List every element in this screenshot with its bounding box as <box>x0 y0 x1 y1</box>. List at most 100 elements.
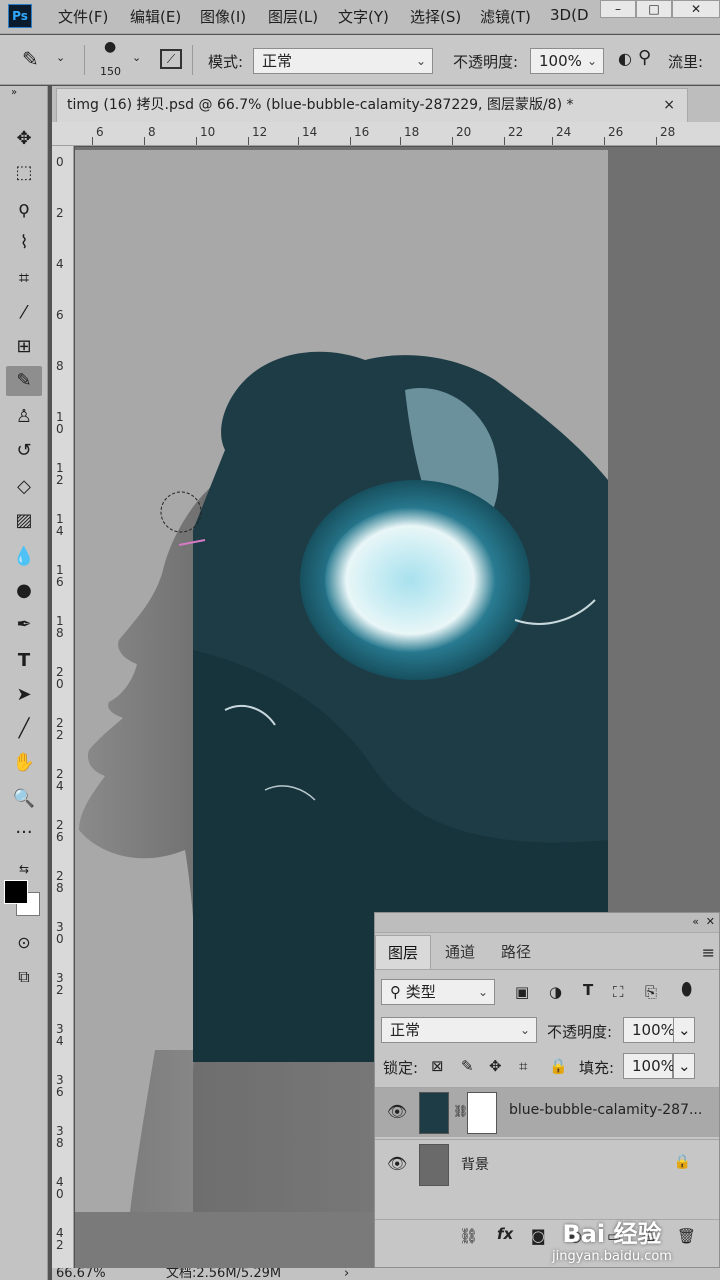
ruler-label: 20 <box>456 125 472 139</box>
history-brush-tool-icon[interactable]: ↺ <box>6 436 42 466</box>
marquee-tool-icon[interactable]: ⬚ <box>6 158 42 188</box>
ruler-label: 2 4 <box>56 767 64 793</box>
document-tab[interactable]: timg (16) 拷贝.psd @ 66.7% (blue-bubble-ca… <box>56 88 688 122</box>
type-tool-icon[interactable]: T <box>6 646 42 676</box>
lock-all-icon[interactable]: 🔒 <box>549 1057 568 1075</box>
layer-row[interactable]: 👁 ⛓ blue-bubble-calamity-287... <box>375 1087 719 1137</box>
stamp-tool-icon[interactable]: ♙ <box>6 402 42 432</box>
fill-value: 100% <box>632 1057 675 1075</box>
visibility-eye-icon[interactable]: 👁 <box>387 1102 407 1121</box>
screen-mode-icon[interactable]: ⧉ <box>6 962 42 992</box>
chevron-down-icon: ⌄ <box>678 1057 691 1075</box>
ruler-label: 3 8 <box>56 1124 64 1150</box>
menu-file[interactable]: 文件(F) <box>58 6 108 27</box>
quick-select-tool-icon[interactable]: ⌇ <box>6 228 42 258</box>
opacity-dropdown[interactable]: ⌄ <box>673 1017 695 1043</box>
dodge-tool-icon[interactable]: ● <box>6 576 42 606</box>
healing-tool-icon[interactable]: ⊞ <box>6 332 42 362</box>
collapse-panel-icon[interactable]: « <box>692 915 699 928</box>
shape-filter-icon[interactable]: ⛶ <box>613 983 624 1001</box>
chevron-down-icon[interactable]: ⌄ <box>132 51 141 64</box>
menu-image[interactable]: 图像(I) <box>200 6 246 27</box>
menu-select[interactable]: 选择(S) <box>410 6 461 27</box>
ruler-tick <box>604 137 605 145</box>
lock-artboard-icon[interactable]: ⌗ <box>519 1057 527 1075</box>
crop-tool-icon[interactable]: ⌗ <box>6 264 42 294</box>
layer-name: blue-bubble-calamity-287... <box>509 1102 703 1118</box>
pixel-filter-icon[interactable]: ▣ <box>515 983 529 1001</box>
panel-menu-icon[interactable]: ≡ <box>702 943 715 962</box>
foreground-color-swatch-front[interactable] <box>4 880 28 904</box>
layer-thumbnail <box>419 1092 449 1134</box>
layer-filter-select[interactable]: ⚲ 类型 ⌄ <box>381 979 495 1005</box>
close-panel-icon[interactable]: ✕ <box>706 915 715 928</box>
path-select-tool-icon[interactable]: ➤ <box>6 680 42 710</box>
quick-mask-icon[interactable]: ⊙ <box>6 928 42 958</box>
smart-object-filter-icon[interactable]: ⎘ <box>645 983 657 1001</box>
blur-tool-icon[interactable]: 💧 <box>6 542 42 572</box>
brush-tool-icon[interactable]: ✎ <box>6 366 42 396</box>
tab-layers[interactable]: 图层 <box>375 935 432 969</box>
ruler-tick <box>92 137 93 145</box>
menu-edit[interactable]: 编辑(E) <box>130 6 181 27</box>
filter-toggle-icon[interactable]: ⬮ <box>681 979 692 1000</box>
brush-panel-icon[interactable]: ⟋ <box>160 49 182 69</box>
add-mask-icon[interactable]: ◙ <box>531 1227 546 1245</box>
minimize-button[interactable]: – <box>600 0 636 18</box>
more-tools-icon[interactable]: ··· <box>6 818 42 848</box>
layer-row[interactable]: 👁 背景 🔒 <box>375 1139 719 1189</box>
pressure-opacity-icon[interactable]: ◐ <box>618 49 632 68</box>
menu-type[interactable]: 文字(Y) <box>338 6 389 27</box>
watermark: Bai 经验 jingyan.baidu.com <box>552 1214 672 1264</box>
move-tool-icon[interactable]: ✥ <box>6 124 42 154</box>
mode-value: 正常 <box>262 52 293 70</box>
opacity-field[interactable]: 100% ⌄ <box>530 48 604 74</box>
mode-select[interactable]: 正常 ⌄ <box>253 48 433 74</box>
brush-tip-icon[interactable]: ● <box>104 39 116 55</box>
close-tab-icon[interactable]: × <box>663 89 675 121</box>
fill-field[interactable]: 100% <box>623 1053 675 1079</box>
lock-transparent-icon[interactable]: ⊠ <box>431 1057 444 1075</box>
gradient-tool-icon[interactable]: ▨ <box>6 506 42 536</box>
type-filter-icon[interactable]: T <box>583 981 593 999</box>
hand-tool-icon[interactable]: ✋ <box>6 748 42 778</box>
adjustment-filter-icon[interactable]: ◑ <box>549 983 562 1001</box>
blend-mode-value: 正常 <box>390 1021 421 1039</box>
tab-channels[interactable]: 通道 <box>433 935 487 969</box>
collapse-icon[interactable]: » <box>4 86 24 100</box>
trash-icon[interactable]: 🗑 <box>677 1227 696 1245</box>
lasso-tool-icon[interactable]: ϙ <box>6 194 42 224</box>
chevron-right-icon[interactable]: › <box>344 1268 349 1280</box>
document-info: 文档:2.56M/5.29M <box>166 1268 282 1280</box>
visibility-eye-icon[interactable]: 👁 <box>387 1154 407 1173</box>
maximize-button[interactable]: □ <box>636 0 672 18</box>
zoom-tool-icon[interactable]: 🔍 <box>6 784 42 814</box>
blend-mode-select[interactable]: 正常 ⌄ <box>381 1017 537 1043</box>
fill-dropdown[interactable]: ⌄ <box>673 1053 695 1079</box>
link-layers-icon[interactable]: ⛓ <box>459 1227 478 1245</box>
eyedropper-tool-icon[interactable]: ⁄ <box>6 298 42 328</box>
line-tool-icon[interactable]: ╱ <box>6 714 42 744</box>
layer-name: 背景 <box>461 1157 489 1173</box>
canvas-bottom-area <box>75 1212 375 1268</box>
zoom-level[interactable]: 66.67% <box>56 1268 106 1280</box>
layer-mask-thumbnail[interactable] <box>467 1092 497 1134</box>
lock-image-icon[interactable]: ✎ <box>461 1057 474 1075</box>
eraser-tool-icon[interactable]: ◇ <box>6 472 42 502</box>
menu-layer[interactable]: 图层(L) <box>268 6 318 27</box>
lock-position-icon[interactable]: ✥ <box>489 1057 502 1075</box>
chevron-down-icon[interactable]: ⌄ <box>56 51 65 64</box>
link-icon[interactable]: ⛓ <box>453 1104 468 1118</box>
pen-tool-icon[interactable]: ✒ <box>6 610 42 640</box>
search-icon: ⚲ <box>390 983 406 1001</box>
search-icon[interactable]: ⚲ <box>638 47 651 68</box>
ruler-label: 8 <box>148 125 156 139</box>
tab-paths[interactable]: 路径 <box>489 935 543 969</box>
menu-3d[interactable]: 3D(D <box>550 6 589 24</box>
brush-size: 150 <box>100 65 121 78</box>
fx-button[interactable]: fx <box>497 1225 513 1243</box>
ruler-tick <box>144 137 145 145</box>
brush-preset-icon[interactable]: ✎ <box>22 47 39 71</box>
close-window-button[interactable]: ✕ <box>672 0 720 18</box>
menu-filter[interactable]: 滤镜(T) <box>480 6 531 27</box>
